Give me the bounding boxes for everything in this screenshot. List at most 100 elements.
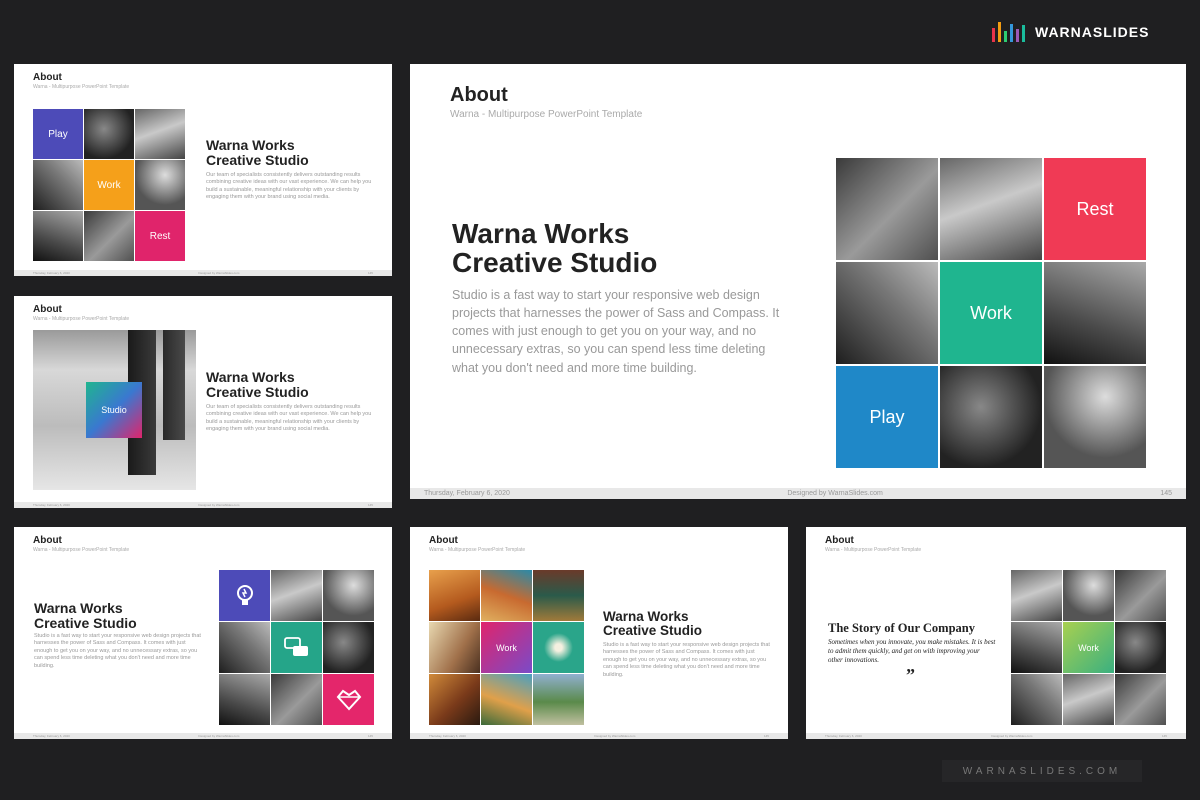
- photo-tile: [836, 262, 938, 364]
- photo-tile: [33, 211, 83, 261]
- watermark-text: WARNASLIDES.COM: [962, 765, 1122, 777]
- tile-work: Work: [940, 262, 1042, 364]
- tile-rest: Rest: [1044, 158, 1146, 260]
- tile-studio: Studio: [86, 382, 142, 438]
- slide-subtitle: Warna - Multipurpose PowerPoint Template: [450, 109, 643, 120]
- footer-page-number: 145: [1160, 490, 1172, 497]
- studio-heading: Warna Works Creative Studio: [603, 609, 702, 638]
- photo-tile: [1011, 622, 1062, 673]
- tile-play: Play: [33, 109, 83, 159]
- photo-tile: [1115, 622, 1166, 673]
- footer-date: Thursday, February 6, 2020: [33, 503, 70, 507]
- photo-tile: [1044, 366, 1146, 468]
- slide-thumb-1[interactable]: About Warna - Multipurpose PowerPoint Te…: [14, 64, 392, 276]
- tile-heart: [323, 674, 374, 725]
- tile-grid: Work: [1011, 570, 1166, 725]
- photo-tile: [481, 570, 532, 621]
- tile-label: Work: [970, 302, 1012, 323]
- heading-line: Creative Studio: [452, 247, 658, 279]
- slide-subtitle: Warna - Multipurpose PowerPoint Template: [33, 547, 130, 553]
- heading-line: Creative Studio: [206, 151, 309, 168]
- studio-heading: Warna Works Creative Studio: [452, 219, 657, 278]
- heading-line: Warna Works: [603, 609, 689, 624]
- slide-subtitle: Warna - Multipurpose PowerPoint Template: [33, 316, 130, 322]
- photo-tile: [836, 158, 938, 260]
- slide-title: About: [825, 535, 854, 546]
- photo-tile: [533, 622, 584, 673]
- tile-label: Play: [48, 128, 68, 140]
- slide-thumb-5[interactable]: About Warna - Multipurpose PowerPoint Te…: [806, 527, 1186, 739]
- slide-subtitle: Warna - Multipurpose PowerPoint Template: [825, 547, 922, 553]
- photo-tile: [1063, 674, 1114, 725]
- slide-footer: Thursday, February 6, 2020 Designed by W…: [14, 270, 392, 276]
- heading-line: Warna Works: [206, 137, 295, 153]
- slide-footer: Thursday, February 6, 2020 Designed by W…: [410, 488, 1186, 499]
- slide-footer: Thursday, February 6, 2020 Designed by W…: [410, 733, 788, 739]
- tile-work: Work: [481, 622, 532, 673]
- footer-designed: Designed by WarnaSlides.com: [991, 734, 1033, 738]
- studio-heading: Warna Works Creative Studio: [206, 370, 309, 399]
- footer-page-number: 145: [367, 503, 373, 507]
- photo-tile: [84, 211, 134, 261]
- slide-thumb-3[interactable]: About Warna - Multipurpose PowerPoint Te…: [14, 527, 392, 739]
- footer-date: Thursday, February 6, 2020: [33, 734, 70, 738]
- footer-page-number: 145: [367, 734, 373, 738]
- photo-tile: [1115, 570, 1166, 621]
- tile-work: Work: [84, 160, 134, 210]
- slide-title: About: [450, 84, 508, 106]
- studio-body: Studio is a fast way to start your respo…: [603, 642, 770, 678]
- slide-thumb-4[interactable]: About Warna - Multipurpose PowerPoint Te…: [410, 527, 788, 739]
- footer-date: Thursday, February 6, 2020: [429, 734, 466, 738]
- footer-page-number: 145: [367, 271, 373, 275]
- slide-footer: Thursday, February 6, 2020 Designed by W…: [14, 733, 392, 739]
- slide-main[interactable]: About Warna - Multipurpose PowerPoint Te…: [410, 64, 1186, 499]
- slide-title: About: [429, 535, 458, 546]
- photo-tile: [323, 622, 374, 673]
- photo-tile: [271, 674, 322, 725]
- photo-tile: [135, 160, 185, 210]
- tile-rest: Rest: [135, 211, 185, 261]
- photo-tile: [84, 109, 134, 159]
- photo-tile: [135, 109, 185, 159]
- slide-thumb-2[interactable]: About Warna - Multipurpose PowerPoint Te…: [14, 296, 392, 508]
- brand-watermark: WARNASLIDES.COM: [942, 760, 1142, 782]
- slide-title: About: [33, 304, 62, 315]
- photo-tile: [271, 570, 322, 621]
- footer-designed: Designed by WarnaSlides.com: [787, 490, 883, 497]
- footer-designed: Designed by WarnaSlides.com: [198, 503, 240, 507]
- photo-tile: [533, 674, 584, 725]
- heart-diamond-icon: [336, 689, 361, 710]
- photo-tile: [429, 570, 480, 621]
- slide-footer: Thursday, February 6, 2020 Designed by W…: [806, 733, 1186, 739]
- photo-tile: [219, 674, 270, 725]
- footer-date: Thursday, February 6, 2020: [424, 490, 510, 497]
- photo-tile: [1115, 674, 1166, 725]
- slide-footer: Thursday, February 6, 2020 Designed by W…: [14, 502, 392, 508]
- studio-heading: Warna Works Creative Studio: [206, 138, 309, 167]
- footer-page-number: 145: [763, 734, 769, 738]
- brand-logo-icon: [992, 22, 1025, 42]
- tile-chat: [271, 622, 322, 673]
- photo-tile: [533, 570, 584, 621]
- photo-tile: [429, 674, 480, 725]
- photo-tile: [1011, 674, 1062, 725]
- brand-name: WARNASLIDES: [1035, 24, 1150, 40]
- tile-grid: [219, 570, 374, 725]
- studio-heading: Warna Works Creative Studio: [34, 601, 137, 630]
- photo-tile: [1063, 570, 1114, 621]
- tile-label: Work: [1078, 642, 1099, 653]
- slide-title: About: [33, 72, 62, 83]
- footer-designed: Designed by WarnaSlides.com: [198, 271, 240, 275]
- tile-grid: Work: [429, 570, 584, 725]
- story-quote: Sometimes when you innovate, you make mi…: [828, 638, 996, 665]
- tile-grid: Rest Work Play: [836, 158, 1146, 468]
- photo-tile: [323, 570, 374, 621]
- footer-designed: Designed by WarnaSlides.com: [198, 734, 240, 738]
- brand-header: WARNASLIDES: [992, 20, 1149, 44]
- tile-grid: Play Work Rest: [33, 109, 185, 261]
- photo-tile: [33, 160, 83, 210]
- story-heading: The Story of Our Company: [828, 621, 976, 635]
- photo-tile: [940, 158, 1042, 260]
- lightbulb-icon: [236, 584, 253, 605]
- slide-title: About: [33, 535, 62, 546]
